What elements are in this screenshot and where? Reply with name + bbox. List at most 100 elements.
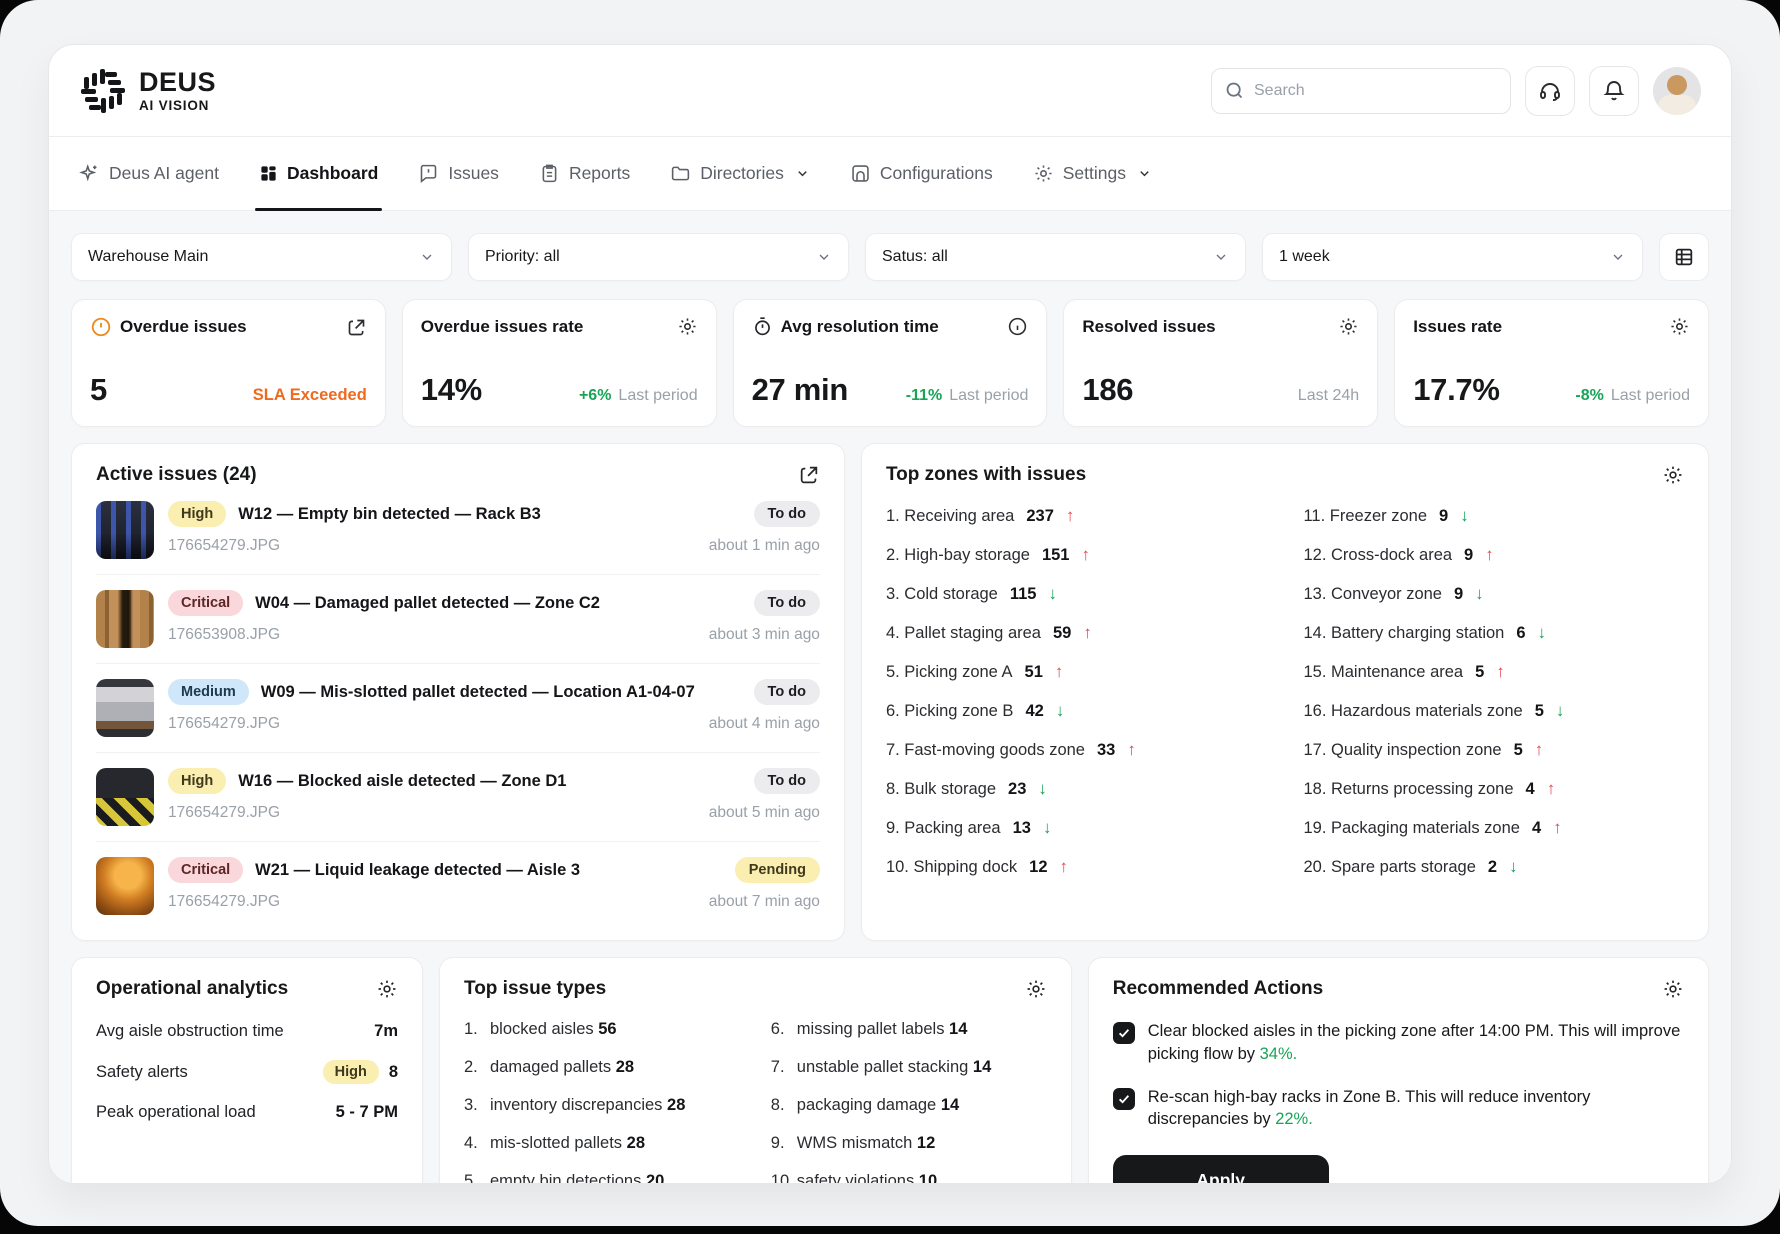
zone-label: 2. High-bay storage: [885, 545, 1030, 564]
support-button[interactable]: [1525, 65, 1575, 116]
issue-type-item: 10. safety violations 10: [771, 1172, 1047, 1183]
nav-item-configurations[interactable]: Configurations: [850, 137, 993, 210]
priority-select[interactable]: Priority: all: [468, 233, 849, 281]
issue-type-item: 6. missing pallet labels 14: [770, 1020, 968, 1038]
issue-type-item: 3. inventory discrepancies 28: [464, 1096, 686, 1114]
zone-value: 9: [1439, 506, 1449, 525]
analytics-value: 8: [388, 1062, 398, 1081]
operational-analytics-title: Operational analytics: [96, 978, 289, 999]
status-select-value: Satus: all: [882, 248, 948, 265]
issue-thumbnail: [96, 768, 154, 826]
analytics-label: Peak operational load: [96, 1103, 256, 1121]
top-zones-title: Top zones with issues: [885, 464, 1087, 485]
analytics-row: Peak operational load 5 - 7 PM: [96, 1103, 398, 1122]
gear-icon[interactable]: [1662, 464, 1684, 486]
info-icon[interactable]: [1007, 316, 1028, 337]
top-issue-types-panel: Top issue types 1. blocked aisles 56 2. da…: [439, 957, 1072, 1183]
zone-item: 1. Receiving area 237 ↑: [886, 506, 1256, 526]
kpi-title: Avg resolution time: [780, 316, 939, 336]
gear-icon[interactable]: [376, 978, 398, 1000]
issue-row[interactable]: High W16 — Blocked aisle detected — Zone…: [96, 753, 820, 842]
nav-item-reports[interactable]: Reports: [539, 137, 630, 210]
issue-filename: 176654279.JPG: [168, 893, 281, 910]
trend-arrow-icon: ↓: [1475, 584, 1484, 603]
issue-timestamp: about 4 min ago: [708, 715, 820, 732]
table-view-button[interactable]: [1659, 233, 1709, 281]
trend-arrow-icon: ↓: [1537, 623, 1547, 642]
zone-label: 1. Receiving area: [885, 506, 1015, 525]
action-item: Re-scan high-bay racks in Zone B. This w…: [1112, 1086, 1684, 1132]
zone-label: 12. Cross-dock area: [1303, 545, 1453, 564]
external-link-icon[interactable]: [798, 464, 820, 486]
kpi-delta: -11%: [905, 387, 943, 404]
checkbox-checked[interactable]: [1112, 1087, 1135, 1110]
kpi-side-label: Last 24h: [1297, 387, 1360, 404]
zone-item: 20. Spare parts storage 2 ↓: [1303, 857, 1684, 877]
kpi-title: Issues rate: [1413, 316, 1503, 336]
nav-item-settings[interactable]: Settings: [1033, 137, 1152, 210]
period-select-value: 1 week: [1279, 248, 1330, 265]
kpi-title: Resolved issues: [1082, 316, 1216, 336]
nav-item-deus-ai-agent[interactable]: Deus AI agent: [79, 137, 219, 210]
trend-arrow-icon: ↑: [1054, 662, 1064, 681]
recommended-actions-title: Recommended Actions: [1112, 978, 1324, 999]
user-avatar[interactable]: [1653, 66, 1701, 115]
zone-label: 6. Picking zone B: [885, 701, 1014, 720]
app-header: DEUS AI VISION: [49, 45, 1731, 137]
issue-row[interactable]: High W12 — Empty bin detected — Rack B3 …: [96, 486, 820, 575]
issue-row[interactable]: Critical W04 — Damaged pallet detected —…: [96, 575, 820, 664]
zone-item: 7. Fast-moving goods zone 33 ↑: [886, 740, 1256, 760]
active-issues-list: High W12 — Empty bin detected — Rack B3 …: [96, 486, 820, 930]
gear-icon[interactable]: [677, 316, 698, 337]
warehouse-select[interactable]: Warehouse Main: [71, 233, 452, 281]
warehouse-select-value: Warehouse Main: [88, 248, 209, 265]
kpi-value: 5: [90, 372, 107, 407]
issue-row[interactable]: Critical W21 — Liquid leakage detected —…: [96, 842, 820, 930]
gear-icon[interactable]: [1338, 316, 1359, 337]
zone-value: 4: [1525, 779, 1535, 798]
nav-item-directories[interactable]: Directories: [670, 137, 810, 210]
nav-item-dashboard[interactable]: Dashboard: [254, 137, 383, 211]
trend-arrow-icon: ↑: [1485, 545, 1494, 564]
gear-icon: [1033, 163, 1054, 184]
status-badge: To do: [753, 501, 820, 527]
app-window: DEUS AI VISION Search Deus AI agent Dash…: [48, 44, 1732, 1184]
trend-arrow-icon: ↑: [1065, 506, 1075, 525]
zone-value: 13: [1012, 818, 1031, 837]
action-item: Clear blocked aisles in the picking zone…: [1112, 1020, 1684, 1066]
stopwatch-icon: [752, 316, 773, 337]
gear-icon[interactable]: [1669, 316, 1690, 337]
issue-type-item: 9. WMS mismatch 12: [770, 1134, 936, 1152]
trend-arrow-icon: ↓: [1555, 701, 1565, 720]
zone-item: 5. Picking zone A 51 ↑: [886, 662, 1256, 682]
apply-button[interactable]: Apply: [1112, 1155, 1329, 1183]
high-badge: High: [322, 1060, 379, 1084]
kpi-side-label: Last period: [618, 387, 698, 404]
zone-label: 14. Battery charging station: [1303, 623, 1505, 642]
zone-label: 5. Picking zone A: [885, 662, 1013, 681]
issue-row[interactable]: Medium W09 — Mis-slotted pallet detected…: [96, 664, 820, 753]
status-select[interactable]: Satus: all: [865, 233, 1246, 281]
notifications-button[interactable]: [1589, 65, 1639, 116]
external-link-icon[interactable]: [346, 317, 367, 338]
gear-icon[interactable]: [1025, 978, 1047, 1000]
kpi-value: 14%: [420, 372, 482, 407]
gear-icon[interactable]: [1662, 978, 1684, 1000]
zone-item: 15. Maintenance area 5 ↑: [1303, 662, 1684, 682]
chevron-down-icon: [1610, 249, 1626, 265]
main-nav: Deus AI agent Dashboard Issues Reports D…: [49, 137, 1731, 211]
issue-type-count: 56: [598, 1020, 617, 1038]
brand: DEUS AI VISION: [79, 67, 216, 115]
status-badge: Pending: [734, 857, 820, 883]
period-select[interactable]: 1 week: [1262, 233, 1643, 281]
dashboard-grid-icon: [259, 164, 278, 183]
kpi-side-label: Last period: [1610, 387, 1690, 404]
trend-arrow-icon: ↓: [1038, 779, 1047, 798]
nav-item-issues[interactable]: Issues: [418, 137, 499, 210]
zone-item: 10. Shipping dock 12 ↑: [886, 857, 1256, 877]
checkbox-checked[interactable]: [1112, 1022, 1135, 1044]
kpi-issues-rate: Issues rate 17.7% -8% Last period: [1394, 299, 1709, 427]
search-input[interactable]: [1211, 67, 1511, 114]
zone-item: 4. Pallet staging area 59 ↑: [886, 623, 1256, 643]
zone-item: 18. Returns processing zone 4 ↑: [1303, 779, 1684, 799]
